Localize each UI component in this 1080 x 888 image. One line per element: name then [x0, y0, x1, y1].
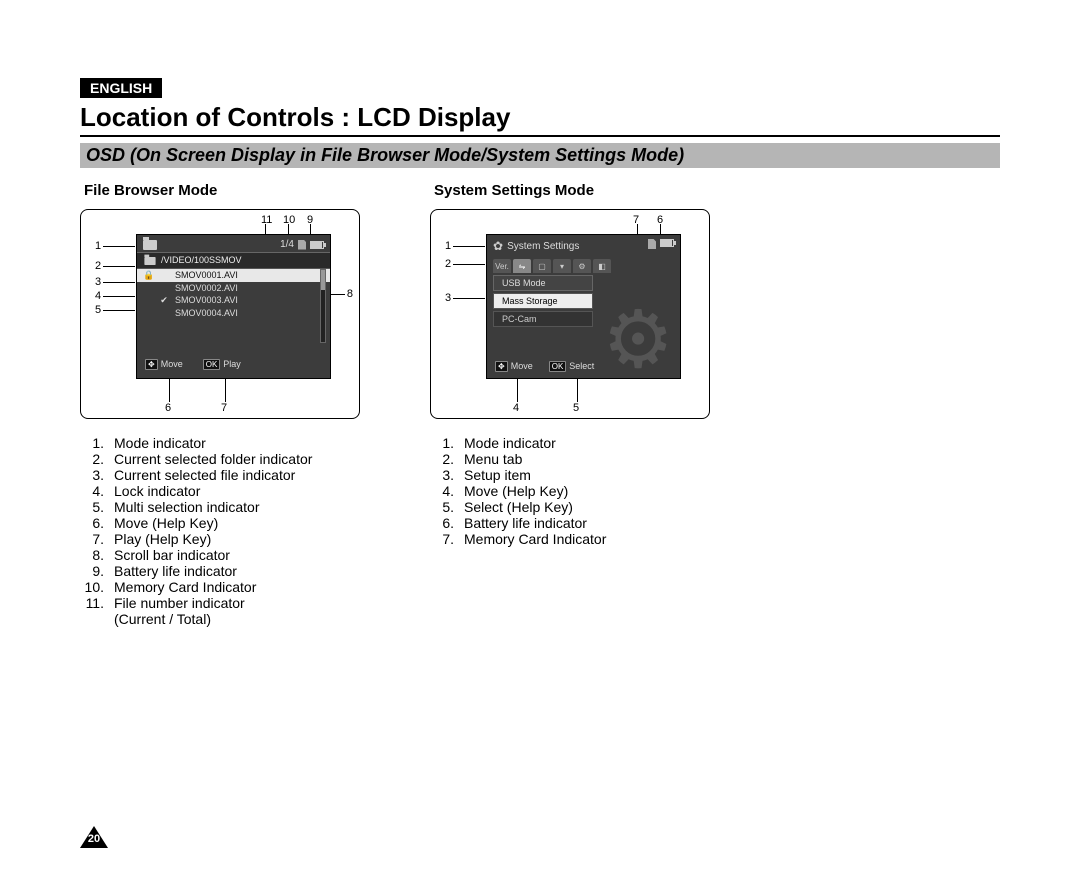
settings-tabs: Ver. ⇋ ▢ ▾ ⚙ ◧: [487, 259, 680, 273]
gear-bg-icon: ⚙: [602, 308, 674, 372]
callout-4: 4: [95, 290, 101, 302]
move-key-icon: ✥: [145, 359, 158, 370]
file-row: SMOV0002.AVI: [137, 282, 330, 294]
ok-key-icon: OK: [549, 361, 567, 372]
callout-2: 2: [445, 258, 451, 270]
settings-tab: ▢: [533, 259, 551, 273]
file-row: ✔SMOV0003.AVI: [137, 294, 330, 307]
callout-3: 3: [95, 276, 101, 288]
system-settings-screen: ⚙ ✿System Settings Ver. ⇋ ▢ ▾ ⚙ ◧ USB: [486, 234, 681, 379]
callout-5: 5: [95, 304, 101, 316]
page-number-badge: 20: [80, 826, 108, 848]
settings-tab: ◧: [593, 259, 611, 273]
language-tag: ENGLISH: [80, 78, 162, 98]
path-folder-icon: [144, 257, 155, 265]
settings-title: System Settings: [507, 241, 579, 252]
settings-tab: Ver.: [493, 259, 511, 273]
callout-1: 1: [95, 240, 101, 252]
gear-icon: ✿: [493, 239, 503, 253]
file-browser-column: File Browser Mode 11 10 9 1 2 3 4 5: [80, 182, 380, 627]
callout-6: 6: [165, 402, 171, 414]
file-browser-legend: 1.Mode indicator 2.Current selected fold…: [80, 435, 380, 627]
file-browser-screen: 1/4 /VIDEO/100SSMOV 🔒SMOV0001.AVI SMOV00…: [136, 234, 331, 379]
system-settings-lcd: 7 6 1 2 3 4 5 ⚙: [430, 209, 710, 419]
callout-3: 3: [445, 292, 451, 304]
callout-5: 5: [573, 402, 579, 414]
settings-tab: ⚙: [573, 259, 591, 273]
move-key-icon: ✥: [495, 361, 508, 372]
page-title: Location of Controls : LCD Display: [80, 102, 1000, 137]
file-browser-header: File Browser Mode: [80, 182, 380, 199]
callout-2: 2: [95, 260, 101, 272]
system-settings-header: System Settings Mode: [430, 182, 730, 199]
callout-1: 1: [445, 240, 451, 252]
callout-11: 11: [261, 214, 272, 226]
sd-card-icon: [298, 240, 306, 250]
settings-tab-selected: ⇋: [513, 259, 531, 273]
scrollbar: [320, 269, 326, 343]
callout-10: 10: [283, 214, 295, 226]
system-settings-column: System Settings Mode 7 6 1 2 3 4 5: [430, 182, 730, 627]
folder-path: /VIDEO/100SSMOV: [161, 255, 242, 265]
callout-4: 4: [513, 402, 519, 414]
check-icon: ✔: [159, 295, 169, 306]
callout-8: 8: [347, 288, 353, 300]
file-counter: 1/4: [280, 239, 294, 250]
submenu-label: USB Mode: [493, 275, 593, 291]
file-row: SMOV0004.AVI: [137, 307, 330, 319]
folder-icon: [143, 240, 157, 250]
file-row: 🔒SMOV0001.AVI: [137, 269, 330, 282]
setup-option-selected: Mass Storage: [493, 293, 593, 309]
settings-tab: ▾: [553, 259, 571, 273]
callout-7: 7: [221, 402, 227, 414]
setup-option: PC-Cam: [493, 311, 593, 327]
file-browser-lcd: 11 10 9 1 2 3 4 5 8: [80, 209, 360, 419]
system-settings-legend: 1.Mode indicator 2.Menu tab 3.Setup item…: [430, 435, 730, 547]
lock-icon: 🔒: [143, 270, 153, 281]
page-subtitle: OSD (On Screen Display in File Browser M…: [80, 143, 1000, 168]
ok-key-icon: OK: [203, 359, 221, 370]
battery-icon: [310, 241, 324, 249]
file-list: 🔒SMOV0001.AVI SMOV0002.AVI ✔SMOV0003.AVI…: [137, 269, 330, 319]
